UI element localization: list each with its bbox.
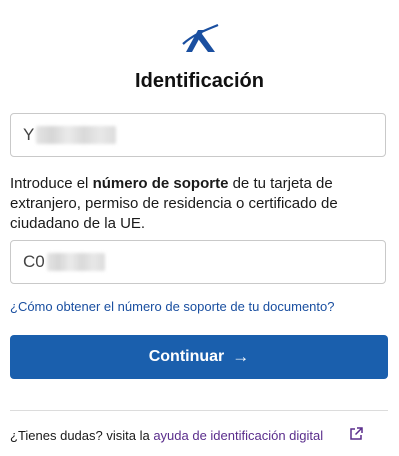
external-link-icon[interactable]	[348, 426, 364, 442]
support-number-help-link[interactable]: ¿Cómo obtener el número de soporte de tu…	[10, 299, 334, 314]
support-number-input[interactable]: C0	[10, 240, 386, 284]
masked-value	[36, 126, 117, 144]
footer-help: ¿Tienes dudas? visita la ayuda de identi…	[10, 428, 323, 443]
document-number-input[interactable]: Y	[10, 113, 386, 157]
masked-value	[46, 253, 105, 271]
continue-label: Continuar	[148, 348, 225, 365]
instructions-text: Introduce el número de soporte de tu tar…	[10, 175, 338, 232]
document-number-value: Y	[23, 125, 35, 144]
arrow-right-icon: →	[232, 347, 250, 366]
digital-identification-help-link[interactable]: ayuda de identificación digital	[153, 428, 323, 443]
continue-button[interactable]: Continuar →	[10, 335, 388, 379]
divider	[10, 410, 388, 411]
agency-logo-icon	[182, 23, 219, 52]
instructions-bold: número de soporte	[92, 175, 229, 192]
page-title: Identificación	[135, 70, 264, 92]
support-number-value: C0	[23, 252, 45, 271]
footer-question: ¿Tienes dudas? visita la	[10, 428, 154, 443]
